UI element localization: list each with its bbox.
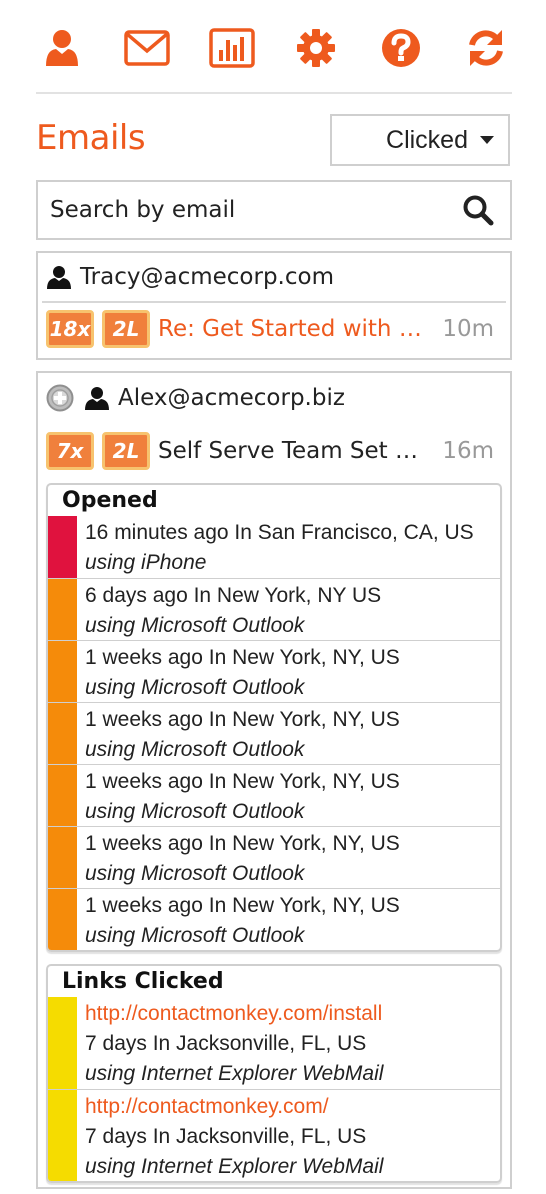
refresh-icon — [469, 30, 503, 66]
click-event-when: 7 days In Jacksonville, FL, US — [85, 1125, 367, 1148]
mail-icon — [124, 30, 170, 66]
click-event-client: using Internet Explorer WebMail — [85, 1062, 384, 1085]
filter-selected-value: Clicked — [386, 125, 468, 154]
open-indicator — [48, 889, 77, 950]
opens-badge: 7x — [46, 432, 94, 470]
opened-panel: Opened 16 minutes ago In San Francisco, … — [46, 483, 502, 952]
contact-header: Alex@acmecorp.biz — [38, 373, 510, 423]
links-badge: 2L — [102, 310, 150, 348]
open-indicator — [48, 827, 77, 888]
search-box — [36, 180, 512, 240]
person-icon — [46, 265, 72, 289]
open-event-client: using Microsoft Outlook — [85, 676, 305, 699]
open-event-row: 1 weeks ago In New York, NY, US using Mi… — [48, 888, 500, 950]
click-event-when: 7 days In Jacksonville, FL, US — [85, 1032, 367, 1055]
open-event-client: using Microsoft Outlook — [85, 862, 305, 885]
open-indicator — [48, 579, 77, 640]
search-icon[interactable] — [460, 192, 496, 228]
contact-card[interactable]: Tracy@acmecorp.com 18x 2L Re: Get Starte… — [36, 251, 512, 360]
open-event-when: 1 weeks ago In New York, NY, US — [85, 646, 400, 669]
open-event-row: 1 weeks ago In New York, NY, US using Mi… — [48, 640, 500, 702]
clicked-link-url[interactable]: http://contactmonkey.com/ — [85, 1092, 383, 1122]
refresh-button[interactable] — [460, 22, 512, 74]
toolbar-divider — [36, 92, 512, 94]
click-indicator — [48, 997, 77, 1089]
open-event-client: using Microsoft Outlook — [85, 924, 305, 947]
contact-email: Tracy@acmecorp.com — [80, 264, 334, 290]
opens-badge: 18x — [46, 310, 94, 348]
open-event-when: 1 weeks ago In New York, NY, US — [85, 832, 400, 855]
links-clicked-heading: Links Clicked — [62, 969, 224, 994]
open-event-client: using Microsoft Outlook — [85, 800, 305, 823]
click-event-client: using Internet Explorer WebMail — [85, 1155, 384, 1178]
click-indicator — [48, 1090, 77, 1181]
toolbar — [36, 22, 512, 74]
open-indicator — [48, 703, 77, 764]
reports-button[interactable] — [206, 22, 258, 74]
clicked-link-url[interactable]: http://contactmonkey.com/install — [85, 999, 383, 1029]
open-event-when: 1 weeks ago In New York, NY, US — [85, 770, 400, 793]
open-event-client: using iPhone — [85, 551, 207, 574]
contact-card: Alex@acmecorp.biz 7x 2L Self Serve Team … — [36, 371, 512, 1189]
person-icon — [84, 386, 110, 410]
open-event-row: 1 weeks ago In New York, NY, US using Mi… — [48, 826, 500, 888]
click-event-row: http://contactmonkey.com/install 7 days … — [48, 997, 500, 1089]
email-age: 16m — [442, 438, 494, 464]
email-subject-link[interactable]: Re: Get Started with C... — [158, 316, 430, 342]
opened-heading: Opened — [62, 488, 158, 513]
help-button[interactable] — [375, 22, 427, 74]
open-event-when: 1 weeks ago In New York, NY, US — [85, 894, 400, 917]
page-title: Emails — [36, 118, 146, 158]
email-row[interactable]: 18x 2L Re: Get Started with C... 10m — [38, 303, 510, 355]
click-event-row: http://contactmonkey.com/ 7 days In Jack… — [48, 1089, 500, 1181]
open-event-when: 6 days ago In New York, NY US — [85, 584, 382, 607]
caret-down-icon — [480, 136, 494, 144]
links-clicked-panel: Links Clicked http://contactmonkey.com/i… — [46, 964, 502, 1183]
filter-dropdown[interactable]: Clicked — [330, 114, 510, 166]
email-subject[interactable]: Self Serve Team Set Up! — [158, 438, 430, 464]
email-age: 10m — [442, 316, 494, 342]
user-icon — [46, 30, 78, 66]
bar-chart-icon — [208, 28, 255, 68]
settings-button[interactable] — [290, 22, 342, 74]
open-indicator — [48, 765, 77, 826]
expand-icon[interactable] — [46, 384, 74, 412]
email-row[interactable]: 7x 2L Self Serve Team Set Up! 16m — [38, 423, 510, 479]
profile-button[interactable] — [36, 22, 88, 74]
mail-button[interactable] — [121, 22, 173, 74]
open-event-row: 6 days ago In New York, NY US using Micr… — [48, 578, 500, 640]
search-input[interactable] — [50, 197, 460, 223]
open-indicator — [48, 641, 77, 702]
open-indicator — [48, 516, 77, 578]
open-event-client: using Microsoft Outlook — [85, 614, 305, 637]
contact-email: Alex@acmecorp.biz — [118, 385, 345, 411]
links-badge: 2L — [102, 432, 150, 470]
open-event-row: 1 weeks ago In New York, NY, US using Mi… — [48, 764, 500, 826]
open-event-when: 16 minutes ago In San Francisco, CA, US — [85, 521, 474, 544]
gear-icon — [297, 29, 336, 67]
open-event-when: 1 weeks ago In New York, NY, US — [85, 708, 400, 731]
help-icon — [382, 29, 421, 67]
open-event-row: 1 weeks ago In New York, NY, US using Mi… — [48, 702, 500, 764]
links-clicked-list: http://contactmonkey.com/install 7 days … — [48, 997, 500, 1181]
open-event-client: using Microsoft Outlook — [85, 738, 305, 761]
contact-header: Tracy@acmecorp.com — [42, 253, 506, 303]
open-event-row: 16 minutes ago In San Francisco, CA, US … — [48, 516, 500, 578]
opened-list: 16 minutes ago In San Francisco, CA, US … — [48, 516, 500, 950]
